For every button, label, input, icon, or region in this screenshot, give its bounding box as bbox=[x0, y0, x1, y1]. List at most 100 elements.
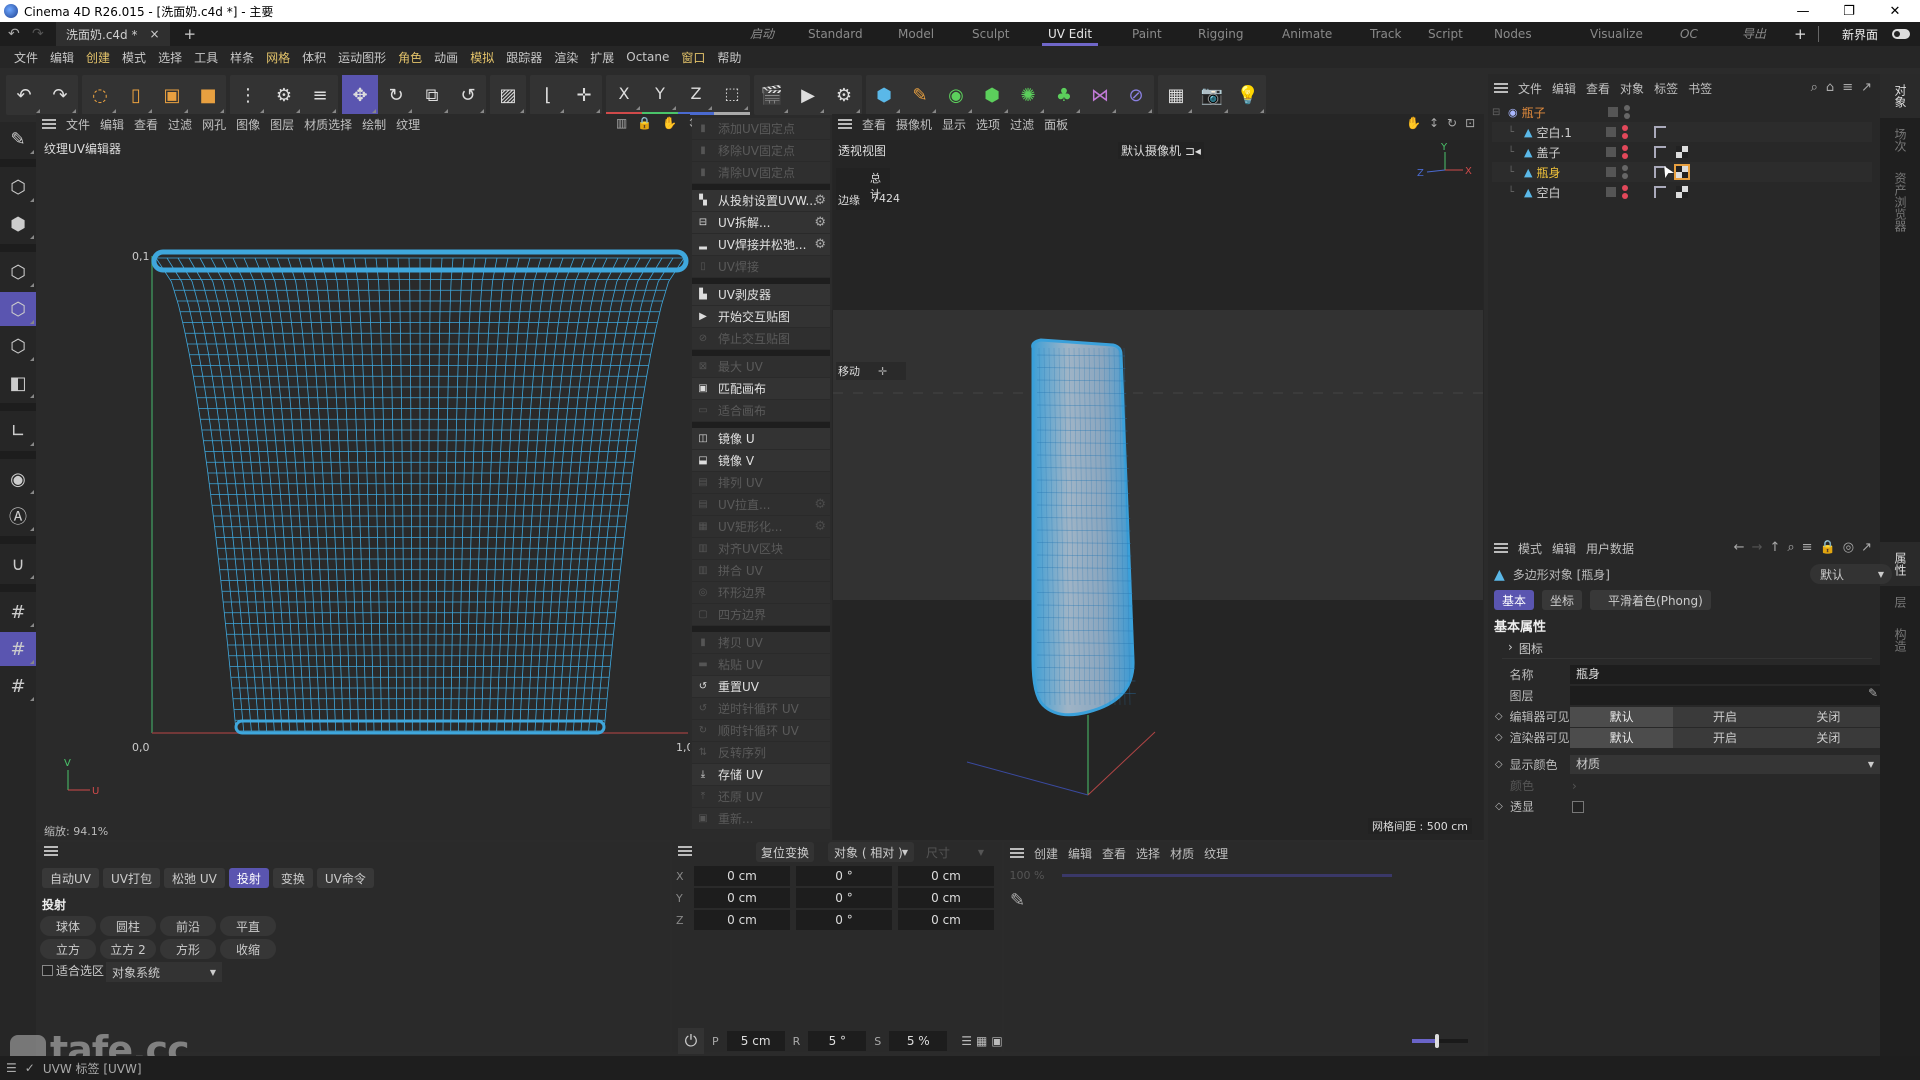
xray-checkbox[interactable] bbox=[1572, 800, 1584, 813]
side-tab-top-2[interactable]: 资产浏览器 bbox=[1880, 162, 1920, 242]
bottle-mesh[interactable] bbox=[1031, 338, 1136, 717]
character-icon[interactable]: ♣ bbox=[1046, 75, 1082, 115]
gear-icon[interactable]: ⚙ bbox=[814, 215, 826, 230]
uv-command[interactable]: ▙ UV剥皮器 bbox=[692, 284, 830, 306]
uv-command[interactable]: ▶ 开始交互贴图 bbox=[692, 306, 830, 328]
coordinate-pos-field[interactable]: 0 cm bbox=[694, 888, 790, 908]
object-name[interactable]: 瓶子 bbox=[1522, 104, 1608, 121]
uv-menu-item-0[interactable]: 文件 bbox=[66, 116, 90, 133]
world-coordinate-icon[interactable]: ⬚ bbox=[714, 75, 750, 115]
layer-icon[interactable] bbox=[1606, 147, 1617, 157]
uv-command[interactable]: ⤓ 存储 UV bbox=[692, 764, 830, 786]
object-menu-item-1[interactable]: 编辑 bbox=[1552, 80, 1576, 97]
light-icon[interactable]: 💡 bbox=[1230, 75, 1266, 115]
visibility-dots-icon[interactable] bbox=[1622, 165, 1629, 179]
snap-position-field[interactable]: 5 cm bbox=[726, 1031, 785, 1051]
material-menu-item-0[interactable]: 创建 bbox=[1034, 845, 1058, 862]
uv-mode-icon[interactable]: ◧ bbox=[0, 366, 36, 400]
keyframe-diamond-icon[interactable]: ◇ bbox=[1488, 759, 1509, 770]
tree-collapse-icon[interactable]: ⊟ bbox=[1492, 107, 1504, 118]
layer-icon[interactable] bbox=[1606, 187, 1617, 197]
snap-scale-field[interactable]: 5 % bbox=[889, 1031, 948, 1051]
target-icon[interactable]: ◎ bbox=[1843, 540, 1854, 555]
spline-pen-icon[interactable]: ✎ bbox=[902, 75, 938, 115]
layout-tab-4[interactable]: UV Edit bbox=[1041, 22, 1099, 46]
uv-tool-tab-4[interactable]: 变换 bbox=[272, 868, 313, 888]
uv-tool-tab-0[interactable]: 自动UV bbox=[42, 868, 99, 888]
render-view-icon[interactable]: 🎬 bbox=[754, 75, 790, 115]
keyframe-diamond-icon[interactable]: ◇ bbox=[1488, 732, 1509, 743]
menu-item-0[interactable]: 文件 bbox=[8, 49, 44, 66]
maximize-button[interactable]: ❐ bbox=[1826, 0, 1872, 22]
coordinate-size-field[interactable]: 0 cm bbox=[898, 866, 994, 886]
menu-item-17[interactable]: 窗口 bbox=[675, 49, 711, 66]
phong-tag-icon[interactable] bbox=[1654, 186, 1667, 198]
layout-tab-7[interactable]: Animate bbox=[1282, 22, 1332, 46]
visibility-dots-icon[interactable] bbox=[1622, 145, 1629, 159]
visibility-dots-icon[interactable] bbox=[1622, 185, 1629, 199]
object-menu-item-2[interactable]: 查看 bbox=[1586, 80, 1610, 97]
object-name[interactable]: 盖子 bbox=[1536, 144, 1606, 161]
workplane-auto-icon[interactable]: # bbox=[0, 669, 36, 703]
slider-knob[interactable] bbox=[1435, 1034, 1440, 1048]
attribute-menu-item-0[interactable]: 模式 bbox=[1518, 540, 1542, 557]
pan-icon[interactable]: ✋ bbox=[662, 116, 677, 130]
minimize-button[interactable]: — bbox=[1780, 0, 1826, 22]
viewport-menu-item-1[interactable]: 摄像机 bbox=[896, 116, 932, 133]
material-menu-item-4[interactable]: 材质 bbox=[1170, 845, 1194, 862]
redo-history-icon[interactable]: ↷ bbox=[32, 26, 44, 42]
selection-settings-icon[interactable]: ⚙ bbox=[266, 75, 302, 115]
gear-icon[interactable]: ⚙ bbox=[814, 237, 826, 252]
viewport-menu-item-5[interactable]: 面板 bbox=[1044, 116, 1068, 133]
coordinate-pos-field[interactable]: 0 cm bbox=[694, 910, 790, 930]
side-tab-bottom-1[interactable]: 层 bbox=[1880, 586, 1920, 618]
filter-icon[interactable]: ≡ bbox=[1842, 80, 1853, 95]
layout-tab-6[interactable]: Rigging bbox=[1198, 22, 1243, 46]
menu-item-14[interactable]: 渲染 bbox=[548, 49, 584, 66]
deformer-icon[interactable]: ⋈ bbox=[1082, 75, 1118, 115]
menu-item-16[interactable]: Octane bbox=[620, 50, 675, 64]
phong-tag-icon[interactable] bbox=[1654, 146, 1667, 158]
menu-item-3[interactable]: 模式 bbox=[116, 49, 152, 66]
dolly-icon[interactable]: ↕ bbox=[1429, 116, 1439, 130]
projection-button[interactable]: 立方 2 bbox=[100, 939, 156, 959]
cube-icon[interactable]: ⬢ bbox=[866, 75, 902, 115]
lock-icon[interactable]: 🔒 bbox=[1820, 540, 1836, 555]
uv-menu-item-6[interactable]: 图层 bbox=[270, 116, 294, 133]
live-selection-icon[interactable]: ◌ bbox=[82, 75, 118, 115]
size-mode-dropdown[interactable]: 尺寸 ▼ bbox=[920, 842, 990, 862]
poly-selection-icon[interactable]: ▣ bbox=[154, 75, 190, 115]
menu-item-11[interactable]: 动画 bbox=[428, 49, 464, 66]
search-icon[interactable]: ⌕ bbox=[1811, 80, 1818, 95]
material-menu-item-5[interactable]: 纹理 bbox=[1204, 845, 1228, 862]
object-name[interactable]: 空白.1 bbox=[1536, 124, 1606, 141]
render-visible-option-0[interactable]: 默认 bbox=[1570, 727, 1674, 748]
rect-selection-icon[interactable]: ▯ bbox=[118, 75, 154, 115]
viewport-menu-item-3[interactable]: 选项 bbox=[976, 116, 1000, 133]
uv-menu-item-5[interactable]: 图像 bbox=[236, 116, 260, 133]
menu-item-2[interactable]: 创建 bbox=[80, 49, 116, 66]
layout-tab-5[interactable]: Paint bbox=[1132, 22, 1162, 46]
new-window-icon[interactable]: ↗ bbox=[1861, 540, 1872, 555]
panel-menu-icon[interactable] bbox=[1010, 848, 1024, 858]
name-field[interactable]: 瓶身 bbox=[1570, 665, 1880, 684]
coordinate-mode-dropdown[interactable]: 对象 ( 相对 ) ▼ bbox=[828, 842, 914, 862]
floor-icon[interactable]: ▦ bbox=[1158, 75, 1194, 115]
panel-menu-icon[interactable] bbox=[1494, 83, 1508, 93]
projection-button[interactable]: 球体 bbox=[40, 916, 96, 936]
side-tab-bottom-2[interactable]: 构造 bbox=[1880, 618, 1920, 662]
object-row[interactable]: └ ▲ 盖子 bbox=[1492, 142, 1872, 162]
layout-tab-3[interactable]: Sculpt bbox=[972, 22, 1009, 46]
attribute-tab-1[interactable]: 坐标 bbox=[1542, 590, 1583, 610]
uv-tool-tab-3[interactable]: 投射 bbox=[228, 868, 269, 888]
transform-icon[interactable]: ↺ bbox=[450, 75, 486, 115]
uvw-tag-icon[interactable] bbox=[1676, 186, 1689, 198]
uv-command[interactable]: ▚ 从投射设置UVW... ⚙ bbox=[692, 190, 830, 212]
field-icon[interactable]: ⊘ bbox=[1118, 75, 1154, 115]
selection-filter-icon[interactable]: ≡ bbox=[302, 75, 338, 115]
undo-history-icon[interactable]: ↶ bbox=[8, 26, 20, 42]
layer-icon[interactable] bbox=[1606, 167, 1617, 177]
z-axis-lock-icon[interactable]: Z bbox=[678, 75, 714, 115]
uv-menu-item-1[interactable]: 编辑 bbox=[100, 116, 124, 133]
material-menu-item-2[interactable]: 查看 bbox=[1102, 845, 1126, 862]
